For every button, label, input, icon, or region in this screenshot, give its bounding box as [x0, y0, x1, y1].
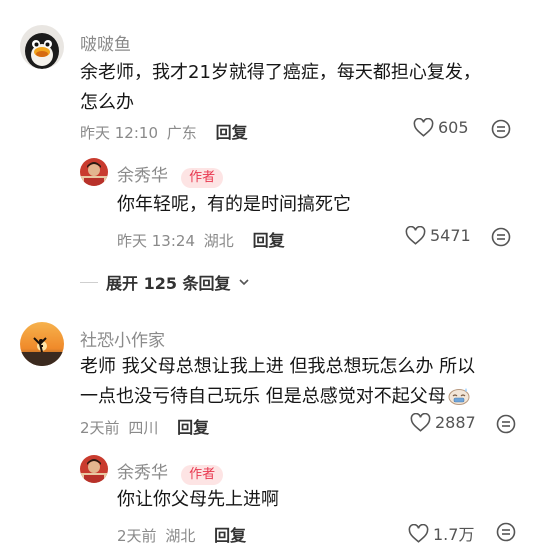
comment-text-line: 老师 我父母总想让我上进 但我总想玩怎么办 所以: [80, 356, 476, 377]
comment-username[interactable]: 啵啵鱼: [80, 30, 131, 55]
reply-text: 你让你父母先上进啊: [117, 489, 279, 510]
like-count: 605: [438, 118, 469, 137]
comment-text: 老师 我父母总想让我上进 但我总想玩怎么办 所以 一点也没亏待自己玩乐 但是总感…: [80, 352, 525, 412]
comment-meta: 昨天 12:10 广东 回复: [80, 119, 248, 143]
reply-text: 你年轻呢，有的是时间搞死它: [117, 194, 351, 215]
reply-meta: 2天前 湖北 回复: [117, 522, 246, 546]
comment-text-line: 一点也没亏待自己玩乐 但是总感觉对不起父母: [80, 386, 446, 407]
reply-location: 湖北: [165, 527, 196, 545]
comment-bubble-icon[interactable]: [496, 414, 516, 438]
expand-replies[interactable]: 展开 125 条回复: [80, 270, 251, 294]
reply-header: 余秀华 作者: [117, 161, 224, 188]
divider: [80, 281, 98, 283]
reply-header: 余秀华 作者: [117, 458, 224, 485]
comment-bubble-icon[interactable]: [491, 119, 511, 143]
chevron-down-icon: [238, 279, 249, 286]
heart-outline-icon: [405, 226, 426, 245]
reply-time: 2天前: [117, 527, 157, 545]
reply-button[interactable]: 回复: [216, 123, 248, 142]
heart-outline-icon: [413, 118, 434, 137]
reply-button[interactable]: 回复: [214, 526, 246, 545]
reply-button[interactable]: 回复: [253, 231, 285, 250]
like-count: 1.7万: [433, 525, 475, 544]
comment-text-line: 怎么办: [80, 92, 134, 113]
author-badge: 作者: [181, 168, 224, 188]
avatar[interactable]: [20, 322, 64, 366]
sweat-smile-emoji-icon: [448, 388, 470, 405]
reply-location: 湖北: [203, 232, 234, 250]
like-count: 5471: [430, 226, 471, 245]
comment-text-line-wrap: 一点也没亏待自己玩乐 但是总感觉对不起父母: [80, 382, 525, 412]
expand-replies-label: 展开 125 条回复: [106, 274, 231, 293]
comment-meta: 2天前 四川 回复: [80, 414, 209, 438]
comment-bubble-icon[interactable]: [496, 522, 516, 546]
comment-location: 广东: [166, 124, 197, 142]
reply-username[interactable]: 余秀华: [117, 463, 168, 483]
like-button[interactable]: 2887: [410, 413, 476, 432]
author-badge: 作者: [181, 465, 224, 485]
sunset-avatar-icon: [20, 322, 64, 366]
comment-location: 四川: [128, 419, 159, 437]
reply-username[interactable]: 余秀华: [117, 166, 168, 186]
comment-time: 昨天 12:10: [80, 124, 158, 142]
author-avatar[interactable]: [80, 455, 108, 483]
author-avatar[interactable]: [80, 158, 108, 186]
author-avatar-icon: [80, 158, 108, 186]
comment-text: 余老师，我才21岁就得了癌症，每天都担心复发， 怎么办: [80, 58, 520, 118]
reply-time: 昨天 13:24: [117, 232, 195, 250]
heart-outline-icon: [408, 523, 429, 543]
comment-text-line: 余老师，我才21岁就得了癌症，每天都担心复发，: [80, 62, 481, 83]
comment-username[interactable]: 社恐小作家: [80, 326, 165, 351]
author-avatar-icon: [80, 455, 108, 483]
avatar[interactable]: [20, 25, 64, 69]
penguin-avatar-icon: [20, 25, 64, 69]
reply-meta: 昨天 13:24 湖北 回复: [117, 227, 285, 251]
like-button[interactable]: 605: [413, 118, 469, 137]
reply-button[interactable]: 回复: [177, 418, 209, 437]
comment-time: 2天前: [80, 419, 120, 437]
comment-bubble-icon[interactable]: [491, 227, 511, 251]
heart-outline-icon: [410, 413, 431, 432]
like-button[interactable]: 1.7万: [408, 521, 474, 545]
like-count: 2887: [435, 413, 476, 432]
like-button[interactable]: 5471: [405, 226, 471, 245]
